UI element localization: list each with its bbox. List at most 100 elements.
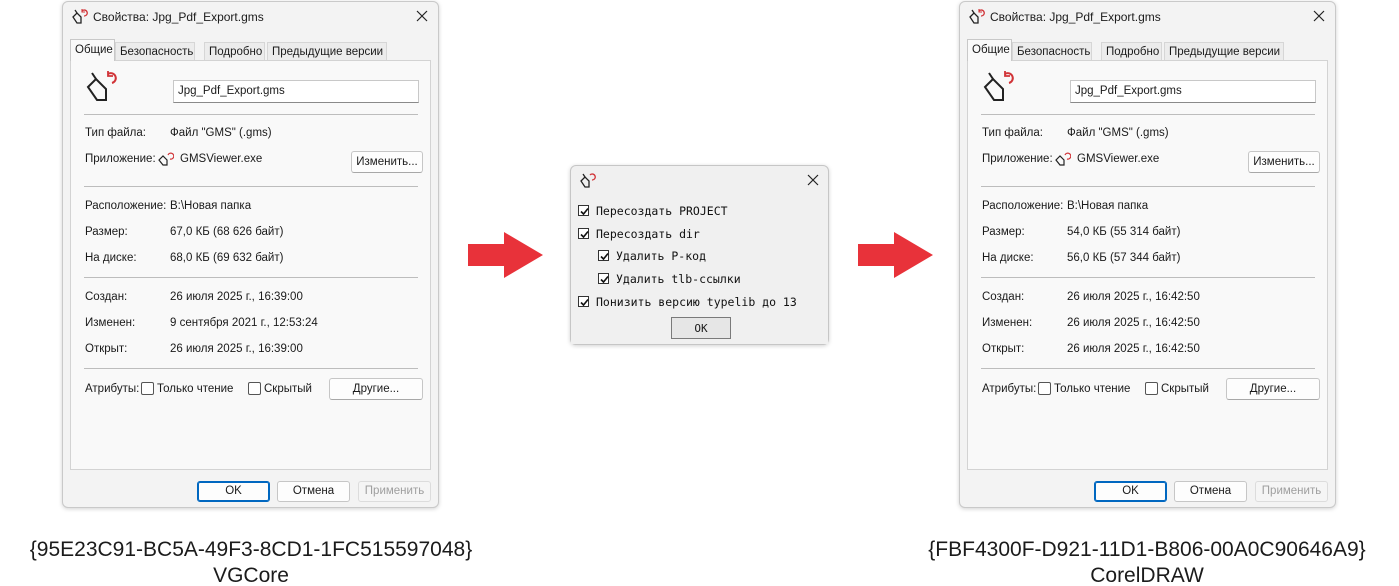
- option-label: Удалить tlb-ссылки: [616, 272, 741, 286]
- title-bar: Свойства: Jpg_Pdf_Export.gms: [960, 2, 1335, 32]
- recreate-project-checkbox[interactable]: [578, 205, 589, 216]
- check-icon: [600, 275, 609, 284]
- left-name-caption: VGCore: [213, 564, 289, 586]
- opened-value: 26 июля 2025 г., 16:42:50: [1067, 343, 1200, 355]
- size-label: Размер:: [85, 226, 128, 238]
- modified-value: 26 июля 2025 г., 16:42:50: [1067, 317, 1200, 329]
- other-attributes-button[interactable]: Другие...: [329, 378, 423, 400]
- tab-general[interactable]: Общие: [70, 39, 115, 61]
- attributes-label: Атрибуты:: [982, 383, 1037, 395]
- option-label: Удалить P-код: [616, 249, 707, 263]
- size-value: 67,0 КБ (68 626 байт): [170, 226, 284, 238]
- divider: [84, 368, 418, 369]
- title-bar: Свойства: Jpg_Pdf_Export.gms: [63, 2, 438, 32]
- ok-button[interactable]: OK: [1094, 481, 1167, 502]
- application-value: GMSViewer.exe: [180, 153, 263, 165]
- readonly-checkbox[interactable]: [141, 382, 154, 395]
- created-value: 26 июля 2025 г., 16:39:00: [170, 291, 303, 303]
- apply-button[interactable]: Применить: [358, 481, 431, 502]
- gms-file-icon: [969, 9, 985, 24]
- tab-general[interactable]: Общие: [967, 39, 1012, 61]
- readonly-label: Только чтение: [157, 383, 234, 395]
- tab-security[interactable]: Безопасность: [115, 42, 195, 61]
- properties-dialog-after: Свойства: Jpg_Pdf_Export.gms Общие Безоп…: [959, 1, 1336, 508]
- disk-size-label: На диске:: [982, 252, 1034, 264]
- cancel-button[interactable]: Отмена: [1174, 481, 1247, 502]
- check-icon: [600, 252, 609, 261]
- size-value: 54,0 КБ (55 314 байт): [1067, 226, 1181, 238]
- other-attributes-button[interactable]: Другие...: [1226, 378, 1320, 400]
- check-icon: [580, 230, 589, 239]
- right-name-caption: CorelDRAW: [1090, 564, 1204, 586]
- arrow-right-icon: [858, 232, 933, 278]
- location-value: B:\Новая папка: [170, 200, 252, 212]
- divider: [84, 186, 418, 187]
- modified-label: Изменен:: [85, 317, 136, 329]
- option-label: Понизить версию typelib до 13: [596, 295, 797, 309]
- divider: [981, 114, 1315, 115]
- attributes-label: Атрибуты:: [85, 383, 140, 395]
- close-icon[interactable]: [415, 9, 429, 23]
- application-label: Приложение:: [85, 153, 156, 165]
- modified-value: 9 сентября 2021 г., 12:53:24: [170, 317, 318, 329]
- opened-value: 26 июля 2025 г., 16:39:00: [170, 343, 303, 355]
- ok-button[interactable]: OK: [197, 481, 270, 502]
- modified-label: Изменен:: [982, 317, 1033, 329]
- arrow-right-icon: [468, 232, 543, 278]
- disk-size-value: 56,0 КБ (57 344 байт): [1067, 252, 1181, 264]
- change-button[interactable]: Изменить...: [1248, 151, 1320, 173]
- file-type-value: Файл "GMS" (.gms): [170, 127, 272, 139]
- opened-label: Открыт:: [85, 343, 128, 355]
- close-icon[interactable]: [1312, 9, 1326, 23]
- properties-dialog-before: Свойства: Jpg_Pdf_Export.gms Общие Безоп…: [62, 1, 439, 508]
- application-value: GMSViewer.exe: [1077, 153, 1160, 165]
- divider: [981, 368, 1315, 369]
- gms-file-large-icon: [86, 71, 117, 101]
- location-label: Расположение:: [982, 200, 1064, 212]
- created-label: Создан:: [982, 291, 1025, 303]
- gms-file-icon: [580, 173, 596, 188]
- tab-details[interactable]: Подробно: [1101, 42, 1162, 61]
- file-type-label: Тип файла:: [85, 127, 146, 139]
- created-value: 26 июля 2025 г., 16:42:50: [1067, 291, 1200, 303]
- close-icon[interactable]: [807, 174, 819, 186]
- check-icon: [580, 298, 589, 307]
- remove-tlb-refs-checkbox[interactable]: [598, 273, 609, 284]
- hidden-label: Скрытый: [264, 383, 312, 395]
- application-label: Приложение:: [982, 153, 1053, 165]
- size-label: Размер:: [982, 226, 1025, 238]
- remove-pcode-checkbox[interactable]: [598, 250, 609, 261]
- recreate-dir-checkbox[interactable]: [578, 228, 589, 239]
- tab-security[interactable]: Безопасность: [1012, 42, 1092, 61]
- general-panel: Jpg_Pdf_Export.gms Тип файла: Файл "GMS"…: [70, 60, 431, 470]
- cancel-button[interactable]: Отмена: [277, 481, 350, 502]
- file-name-field[interactable]: Jpg_Pdf_Export.gms: [173, 80, 419, 103]
- options-dialog: Пересоздать PROJECT Пересоздать dir Удал…: [570, 165, 829, 345]
- window-title: Свойства: Jpg_Pdf_Export.gms: [990, 10, 1161, 24]
- divider: [84, 114, 418, 115]
- gms-file-large-icon: [983, 71, 1014, 101]
- file-name-field[interactable]: Jpg_Pdf_Export.gms: [1070, 80, 1316, 103]
- tab-previous-versions[interactable]: Предыдущие версии: [1164, 42, 1284, 61]
- divider: [981, 186, 1315, 187]
- check-icon: [580, 207, 589, 216]
- gms-viewer-icon: [158, 152, 174, 166]
- tab-details[interactable]: Подробно: [204, 42, 265, 61]
- created-label: Создан:: [85, 291, 128, 303]
- disk-size-label: На диске:: [85, 252, 137, 264]
- left-guid-caption: {95E23C91-BC5A-49F3-8CD1-1FC515597048}: [29, 538, 473, 561]
- gms-viewer-icon: [1055, 152, 1071, 166]
- tab-previous-versions[interactable]: Предыдущие версии: [267, 42, 387, 61]
- apply-button[interactable]: Применить: [1255, 481, 1328, 502]
- location-value: B:\Новая папка: [1067, 200, 1149, 212]
- ok-button[interactable]: OK: [671, 317, 731, 339]
- change-button[interactable]: Изменить...: [351, 151, 423, 173]
- divider: [981, 277, 1315, 278]
- readonly-checkbox[interactable]: [1038, 382, 1051, 395]
- divider: [84, 277, 418, 278]
- downgrade-typelib-checkbox[interactable]: [578, 296, 589, 307]
- hidden-checkbox[interactable]: [1145, 382, 1158, 395]
- hidden-checkbox[interactable]: [248, 382, 261, 395]
- readonly-label: Только чтение: [1054, 383, 1131, 395]
- location-label: Расположение:: [85, 200, 167, 212]
